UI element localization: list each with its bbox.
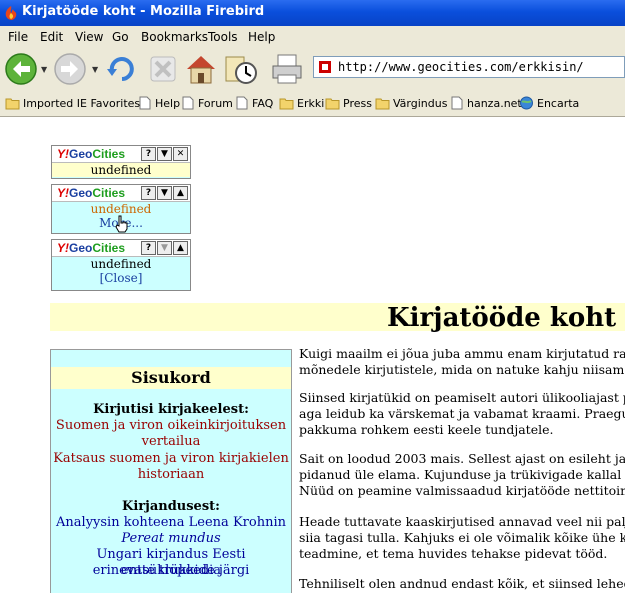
folder-icon [5,98,20,110]
firebird-icon [5,6,17,20]
bookmark-encarta[interactable]: Encarta [519,96,579,112]
geocities-widget-header: Y!GeoCities ? ▼ ✕ [52,146,190,163]
history-icon[interactable] [222,51,258,87]
stop-icon[interactable] [145,51,181,87]
body-paragraph: Heade tuttavate kaaskirjutised annavad v… [299,514,625,561]
body-paragraph: Sait on loodud 2003 mais. Sellest ajast … [299,451,625,498]
home-icon[interactable] [183,51,219,87]
page-icon [236,96,248,110]
bookmark-help[interactable]: Help [137,96,180,112]
url-text[interactable]: http://www.geocities.com/erkkisin/ [338,60,584,74]
geocities-logo: Y!GeoCities [57,186,126,200]
toc-link[interactable]: vertailua [51,434,291,450]
menu-tools[interactable]: Tools [208,30,238,44]
toc-heading: Sisukord [51,367,291,389]
back-dropdown-icon[interactable]: ▼ [41,65,47,74]
globe-icon [520,96,533,110]
reload-icon[interactable] [104,51,140,87]
menu-bookmarks[interactable]: Bookmarks [141,30,208,44]
toc-section-heading: Kirjutisi kirjakeelest: [93,402,249,417]
back-icon[interactable] [3,51,39,87]
geocities-widget: Y!GeoCities ? ▼ ▲ undefined [Close] [51,239,191,291]
widget-text: undefined [90,202,152,216]
geocities-logo: Y!GeoCities [57,241,126,255]
page-title: Kirjatööde koht [387,303,617,333]
url-bar[interactable]: http://www.geocities.com/erkkisin/ [313,56,625,78]
geocities-widget-header: Y!GeoCities ? ▼ ▲ [52,185,190,202]
page-content: Y!GeoCities ? ▼ ✕ undefined Y!GeoCities … [0,117,625,593]
geocities-widget: Y!GeoCities ? ▼ ✕ undefined [51,145,191,179]
toc-link[interactable]: Pereat mundus [51,531,291,547]
page-icon [139,96,151,110]
geocities-widget-header: Y!GeoCities ? ▼ ▲ [52,240,190,257]
site-icon [319,61,331,73]
table-of-contents: Sisukord Kirjutisi kirjakeelest: Suomen … [50,349,292,593]
bookmark-vargindus[interactable]: Värgindus [375,96,447,112]
help-icon[interactable]: ? [141,186,156,200]
page-icon [451,96,463,110]
menu-help[interactable]: Help [248,30,275,44]
body-paragraph: Tehniliselt olen andnud endast kõik, et … [299,576,625,591]
bookmarks-toolbar: Imported IE Favorites Help Forum FAQ Erk… [0,92,625,117]
forward-dropdown-icon[interactable]: ▼ [92,65,98,74]
help-icon[interactable]: ? [141,147,156,161]
geocities-logo: Y!GeoCities [57,147,126,161]
forward-icon[interactable] [52,51,88,87]
toc-link[interactable]: Analyysin kohteena Leena Krohnin [51,515,291,531]
toc-link[interactable]: Suomen ja viron oikeinkirjoituksen [51,418,291,434]
widget-text: undefined [52,163,190,177]
bookmark-erkki[interactable]: Erkki [279,96,324,112]
hand-cursor-icon [115,215,128,233]
navigation-toolbar: ▼ ▼ http://www.geocities.com/erkkisin/ [0,48,625,93]
expand-icon[interactable]: ▲ [173,186,188,200]
folder-icon [375,98,390,110]
page-icon [182,96,194,110]
close-link[interactable]: [Close] [52,271,190,285]
print-icon[interactable] [269,51,305,87]
body-paragraph: Siinsed kirjatükid on peamiselt autori ü… [299,390,625,437]
intro-paragraph: Kuigi maailm ei jõua juba ammu enam kirj… [299,346,625,377]
toc-link[interactable]: historiaan [51,467,291,483]
window-title: Kirjatööde koht - Mozilla Firebird [22,4,265,19]
folder-icon [279,98,294,110]
collapse-icon[interactable]: ▼ [157,147,172,161]
menu-edit[interactable]: Edit [40,30,63,44]
folder-icon [325,98,340,110]
menu-view[interactable]: View [75,30,103,44]
page-banner: Kirjatööde koht [50,303,625,333]
toc-section-heading: Kirjandusest: [122,499,220,514]
bookmark-forum[interactable]: Forum [180,96,233,112]
menu-file[interactable]: File [8,30,28,44]
help-icon[interactable]: ? [141,241,156,255]
toc-link[interactable]: Katsaus suomen ja viron kirjakielen [51,451,291,467]
collapse-icon[interactable]: ▼ [157,186,172,200]
bookmark-press[interactable]: Press [325,96,372,112]
expand-icon[interactable]: ▲ [173,241,188,255]
title-bar: Kirjatööde koht - Mozilla Firebird [0,0,625,26]
close-icon[interactable]: ✕ [173,147,188,161]
collapse-icon[interactable]: ▼ [157,241,172,255]
geocities-widget: Y!GeoCities ? ▼ ▲ undefined More... [51,184,191,234]
bookmark-faq[interactable]: FAQ [234,96,273,112]
toc-link[interactable]: erinevate trükkide järgi [51,563,291,579]
menu-bar: File Edit View Go Bookmarks Tools Help [0,26,625,49]
menu-go[interactable]: Go [112,30,129,44]
widget-text: undefined [90,257,152,271]
bookmark-imported-ie-favorites[interactable]: Imported IE Favorites [5,96,140,112]
bookmark-hanza-net[interactable]: hanza.net [449,96,522,112]
